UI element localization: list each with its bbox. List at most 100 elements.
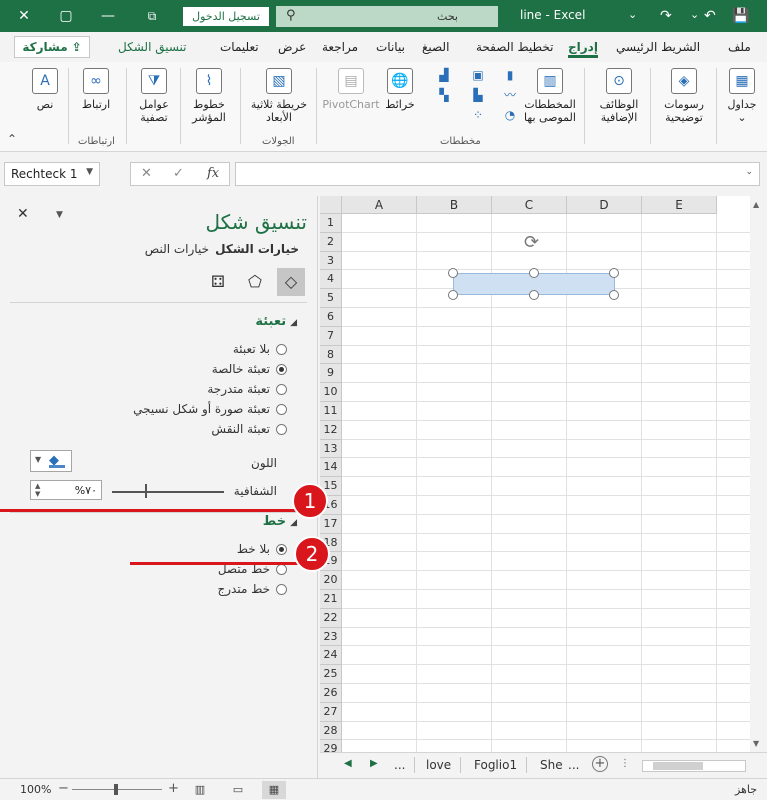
tab-split-icon[interactable]: ⋮ (620, 758, 630, 769)
scroll-down-icon[interactable]: ▼ (753, 739, 759, 748)
search-box[interactable]: ⚲ بحث (276, 6, 498, 27)
undo-dropdown-icon[interactable]: ⌄ (690, 8, 699, 21)
tab-file[interactable]: ملف (728, 40, 751, 54)
customize-qat-icon[interactable]: ⌄ (628, 8, 637, 21)
fill-option-gradient[interactable]: تعبئة متدرجة (207, 380, 287, 398)
line-option-gradient[interactable]: خط متدرج (217, 580, 287, 598)
scatter-chart-icon[interactable]: ⁘ (470, 108, 486, 122)
radio-button[interactable] (276, 403, 287, 415)
tab-data[interactable]: بيانات (376, 40, 405, 54)
hierarchy-chart-icon[interactable]: ▣ (470, 68, 486, 82)
link-button[interactable]: ∞ ارتباط (74, 68, 118, 111)
spinner-arrows-icon[interactable]: ▲ ▼ (35, 482, 40, 498)
addins-button[interactable]: ⊙ الوظائف الإضافية (590, 68, 648, 124)
prev-sheet-icon[interactable]: ◀ (344, 758, 352, 769)
radio-button[interactable] (276, 543, 287, 555)
tab-shape-options[interactable]: خيارات الشكل (215, 242, 299, 256)
text-button[interactable]: A نص (28, 68, 62, 111)
row-header[interactable]: 14 (320, 458, 342, 478)
row-header[interactable]: 8 (320, 345, 342, 365)
sheet-tab-she[interactable]: She (540, 758, 563, 772)
fill-option-none[interactable]: بلا تعبئة (233, 340, 287, 358)
radio-button[interactable] (276, 363, 287, 375)
row-header[interactable]: 26 (320, 684, 342, 703)
size-properties-icon[interactable]: ⚃ (204, 268, 232, 296)
rotate-handle-icon[interactable]: ⟳ (524, 232, 539, 253)
horizontal-scrollbar[interactable] (642, 760, 746, 772)
cancel-icon[interactable]: ✕ (141, 166, 152, 181)
tab-review[interactable]: مراجعة (322, 40, 358, 54)
row-header[interactable]: 3 (320, 251, 342, 271)
row-header[interactable]: 11 (320, 402, 342, 421)
row-header[interactable]: 10 (320, 383, 342, 402)
row-header[interactable]: 13 (320, 439, 342, 459)
zoom-level[interactable]: 100% (20, 783, 51, 796)
row-header[interactable]: 22 (320, 608, 342, 628)
zoom-slider-thumb[interactable] (114, 784, 118, 795)
sheet-ellipsis-right[interactable]: ... (568, 758, 579, 772)
filters-button[interactable]: ⧩ عوامل تصفية (132, 68, 176, 124)
fill-option-pattern[interactable]: تعبئة النقش (211, 420, 287, 438)
zoom-out-icon[interactable]: − (58, 781, 69, 796)
enter-icon[interactable]: ✓ (173, 166, 184, 181)
fill-section-header[interactable]: تعبئة ◢ (255, 314, 297, 329)
close-pane-icon[interactable]: ✕ (17, 206, 29, 222)
pivotchart-button[interactable]: ▤ PivotChart (322, 68, 380, 111)
fill-option-solid[interactable]: تعبئة خالصة (212, 360, 287, 378)
resize-handle[interactable] (609, 268, 619, 278)
tab-home[interactable]: الشريط الرئيسي (616, 40, 700, 54)
row-header[interactable]: 1 (320, 214, 342, 233)
sheet-tab-love[interactable]: love (426, 758, 451, 772)
line-option-none[interactable]: بلا خط (237, 540, 287, 558)
column-header[interactable]: D (567, 196, 642, 214)
name-box[interactable]: Rechteck 1 ▼ (4, 162, 100, 186)
recommended-charts-button[interactable]: ▥ المخططات الموصى بها (522, 68, 578, 124)
tab-formulas[interactable]: الصيغ (422, 40, 449, 54)
row-header[interactable]: 29 (320, 740, 342, 752)
fill-color-picker[interactable]: ▼ ◆ (30, 450, 72, 472)
close-icon[interactable]: ✕ (4, 0, 44, 32)
pane-options-icon[interactable]: ▼ (56, 210, 63, 220)
resize-handle[interactable] (448, 268, 458, 278)
illustrations-button[interactable]: ◈ رسومات توضيحية (656, 68, 712, 124)
page-break-view-icon[interactable]: ▥ (188, 781, 212, 799)
column-header[interactable]: A (342, 196, 417, 214)
save-icon[interactable]: 💾 (732, 8, 749, 24)
radio-button[interactable] (276, 423, 287, 435)
transparency-slider[interactable] (112, 491, 224, 493)
maps-button[interactable]: 🌐 خرائط (380, 68, 420, 111)
fill-line-icon[interactable]: ◇ (277, 268, 305, 296)
radio-button[interactable] (276, 343, 287, 355)
combo-chart-icon[interactable]: ▚ (436, 88, 452, 102)
share-button[interactable]: مشاركة ⇪ (14, 36, 90, 58)
tab-text-options[interactable]: خيارات النص (145, 242, 209, 256)
scroll-up-icon[interactable]: ▲ (753, 200, 759, 209)
tab-page-layout[interactable]: تخطيط الصفحة (476, 40, 553, 54)
resize-handle[interactable] (529, 268, 539, 278)
tab-help[interactable]: تعليمات (220, 40, 259, 54)
page-layout-view-icon[interactable]: ▭ (226, 781, 250, 799)
scrollbar-thumb[interactable] (653, 762, 703, 770)
fill-option-picture[interactable]: تعبئة صورة أو شكل نسيجي (133, 400, 287, 418)
row-header[interactable]: 9 (320, 364, 342, 384)
line-chart-icon[interactable]: 〰 (502, 88, 518, 102)
radio-button[interactable] (276, 583, 287, 595)
add-sheet-icon[interactable]: + (592, 756, 608, 772)
row-header[interactable]: 5 (320, 289, 342, 308)
select-all-corner[interactable] (320, 196, 342, 214)
transparency-spinner[interactable]: ▲ ▼ %٧٠ (30, 480, 102, 500)
pie-chart-icon[interactable]: ◔ (502, 108, 518, 122)
sign-in-button[interactable]: تسجيل الدخول (183, 7, 269, 26)
sheet-tab-foglio1[interactable]: Foglio1 (474, 758, 517, 772)
row-header[interactable]: 24 (320, 646, 342, 666)
radio-button[interactable] (276, 383, 287, 395)
sparklines-button[interactable]: ⌇ خطوط المؤشر (186, 68, 232, 124)
effects-icon[interactable]: ⬠ (241, 268, 269, 296)
row-header[interactable]: 7 (320, 326, 342, 346)
waterfall-chart-icon[interactable]: ▟ (436, 68, 452, 82)
expand-formula-icon[interactable]: ⌄ (745, 167, 753, 177)
collapse-ribbon-icon[interactable]: ⌃ (4, 132, 20, 146)
row-header[interactable]: 12 (320, 420, 342, 440)
resize-handle[interactable] (448, 290, 458, 300)
row-header[interactable]: 25 (320, 665, 342, 684)
